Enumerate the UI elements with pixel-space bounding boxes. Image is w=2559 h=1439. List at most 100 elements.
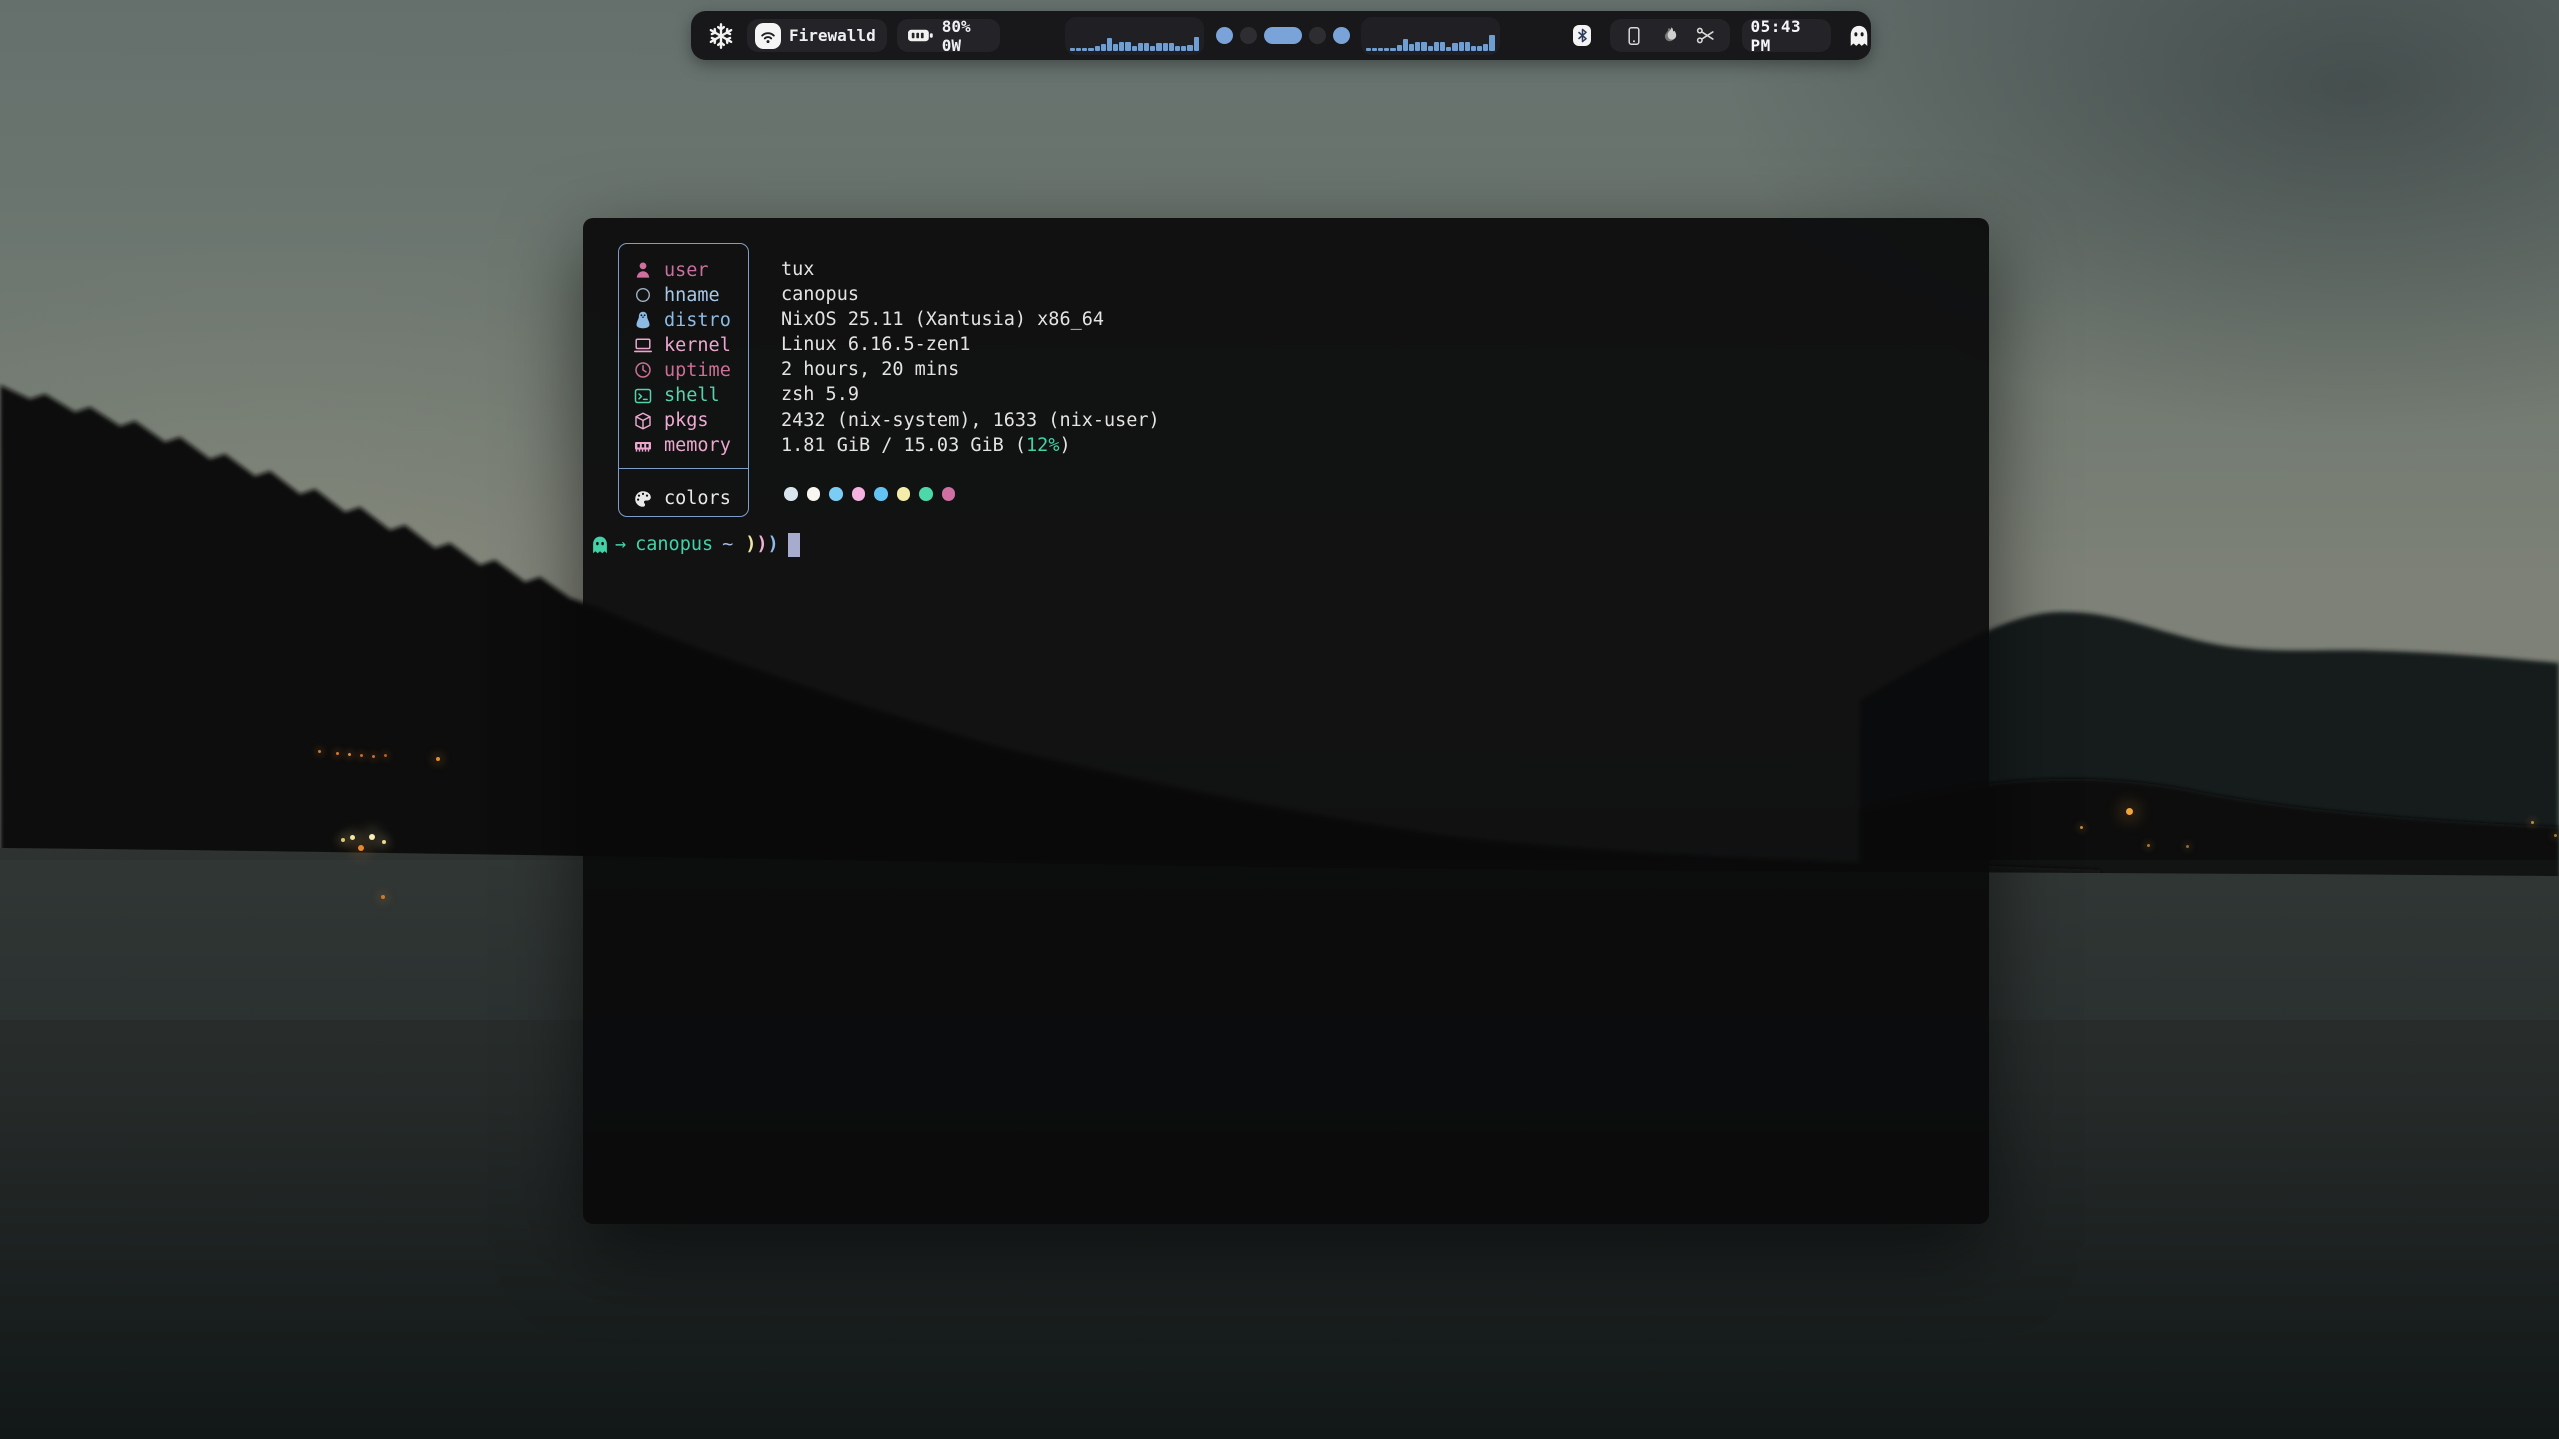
prompt-path: ~ <box>722 532 733 557</box>
graph-bar <box>1477 46 1482 51</box>
terminal-window[interactable]: userhnamedistrokerneluptimeshellpkgsmemo… <box>583 218 1989 1224</box>
graph-bar <box>1107 38 1112 51</box>
graph-bar <box>1440 42 1445 51</box>
graph-bar <box>1070 48 1075 51</box>
graph-bar <box>1082 48 1087 51</box>
fastfetch-label: pkgs <box>664 408 709 433</box>
graph-bar <box>1088 48 1093 51</box>
workspace-5[interactable] <box>1333 27 1350 44</box>
terminal-cursor <box>788 533 800 557</box>
prompt-host: canopus <box>635 532 713 557</box>
workspace-3-active[interactable] <box>1264 27 1302 44</box>
palette-dot-5 <box>874 487 888 501</box>
fastfetch-row-uptime: uptime <box>633 358 748 383</box>
prompt-chevron: ) <box>756 534 767 555</box>
fastfetch-value-uptime: 2 hours, 20 mins <box>781 357 1160 382</box>
fastfetch-value-hname: canopus <box>781 282 1160 307</box>
prompt-chevrons: ))) <box>745 532 778 557</box>
graph-bar <box>1366 48 1371 51</box>
firewall-label: Firewalld <box>789 26 876 45</box>
distant-light <box>2147 844 2150 847</box>
memory-graph-module[interactable] <box>1361 17 1500 55</box>
distant-light <box>2554 834 2557 837</box>
graph-bar <box>1409 44 1414 51</box>
fastfetch-row-hname: hname <box>633 283 748 308</box>
scissors-icon[interactable] <box>1695 25 1716 46</box>
graph-bar <box>1194 37 1199 51</box>
fastfetch-row-distro: distro <box>633 308 748 333</box>
fastfetch-values: tuxcanopusNixOS 25.11 (Xantusia) x86_64L… <box>781 257 1160 458</box>
palette-dot-8 <box>942 487 956 501</box>
workspace-2[interactable] <box>1240 27 1257 44</box>
palette-dot-6 <box>897 487 911 501</box>
palette-dot-2 <box>807 487 821 501</box>
graph-bar <box>1384 48 1389 51</box>
status-bar: Firewalld 80% 0W 05:43 PM <box>691 11 1871 60</box>
graph-bar <box>1421 42 1426 51</box>
clock-icon <box>633 360 653 380</box>
graph-bar <box>1156 43 1161 51</box>
distant-light <box>318 750 321 753</box>
battery-icon <box>907 25 934 46</box>
fastfetch-label: uptime <box>664 358 731 383</box>
graph-bar <box>1076 48 1081 51</box>
flame-icon[interactable] <box>1659 25 1680 46</box>
battery-module[interactable]: 80% 0W <box>897 19 1000 52</box>
distant-light <box>336 752 339 755</box>
distant-light <box>348 753 351 756</box>
graph-bar <box>1428 46 1433 51</box>
graph-bar <box>1459 42 1464 51</box>
graph-bar <box>1181 46 1186 51</box>
prompt-chevron: ) <box>745 534 756 555</box>
fastfetch-row-user: user <box>633 258 748 283</box>
phone-icon[interactable] <box>1624 26 1644 46</box>
graph-bar <box>1471 46 1476 51</box>
ghost-icon[interactable] <box>1847 24 1871 48</box>
palette-dot-1 <box>784 487 798 501</box>
fastfetch-label: kernel <box>664 333 731 358</box>
clock-module[interactable]: 05:43 PM <box>1742 19 1831 52</box>
graph-bar <box>1125 42 1130 51</box>
palette-dot-3 <box>829 487 843 501</box>
graph-bar <box>1150 46 1155 51</box>
clock-label: 05:43 PM <box>1750 17 1823 55</box>
snowflake-icon[interactable] <box>706 21 736 51</box>
shell-prompt[interactable]: → canopus ~ ))) <box>590 532 800 558</box>
terminal-icon <box>633 386 653 406</box>
graph-bar <box>1113 44 1118 51</box>
colors-label: colors <box>664 486 731 511</box>
palette-icon <box>633 489 653 509</box>
graph-bar <box>1446 47 1451 51</box>
prompt-arrow: → <box>615 532 626 557</box>
fastfetch-colors-row: colors <box>633 480 731 518</box>
graph-bar <box>1175 46 1180 51</box>
distant-light <box>341 838 345 842</box>
fastfetch-label: hname <box>664 283 720 308</box>
bluetooth-button[interactable] <box>1573 25 1592 46</box>
firewall-module[interactable]: Firewalld <box>747 19 887 52</box>
graph-bar <box>1378 48 1383 51</box>
terminal-palette-dots <box>784 487 955 501</box>
graph-bar <box>1372 48 1377 51</box>
graph-bar <box>1119 42 1124 51</box>
cpu-graph-module[interactable] <box>1065 17 1204 55</box>
distant-light <box>381 895 385 899</box>
fastfetch-label: user <box>664 258 709 283</box>
fastfetch-value-pkgs: 2432 (nix-system), 1633 (nix-user) <box>781 408 1160 433</box>
fastfetch-value-user: tux <box>781 257 1160 282</box>
workspace-1[interactable] <box>1216 27 1233 44</box>
value-part: 1.81 GiB / 15.03 GiB ( <box>781 435 1026 456</box>
graph-bar <box>1452 43 1457 51</box>
distant-light <box>2126 808 2133 815</box>
value-part: ) <box>1059 435 1070 456</box>
graph-bar <box>1169 43 1174 51</box>
distant-light <box>384 754 387 757</box>
desktop: Firewalld 80% 0W 05:43 PM userhnamedistr… <box>0 0 2559 1439</box>
value-part: 12% <box>1026 435 1059 456</box>
memory-icon <box>633 436 653 456</box>
fastfetch-row-memory: memory <box>633 433 748 458</box>
workspace-4[interactable] <box>1309 27 1326 44</box>
prompt-ghost-icon <box>590 535 610 555</box>
distant-light <box>358 845 364 851</box>
fastfetch-row-kernel: kernel <box>633 333 748 358</box>
